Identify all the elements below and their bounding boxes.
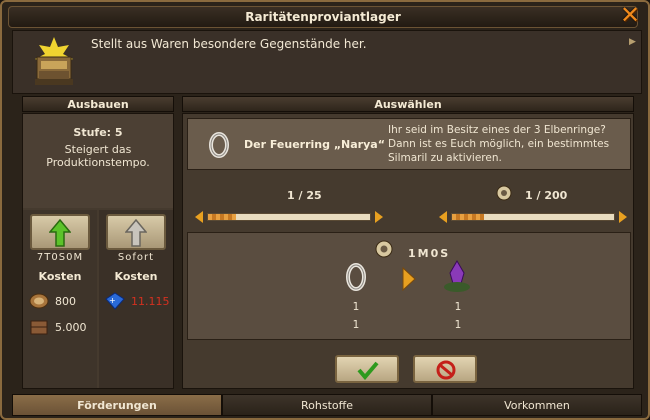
cost-row-diamonds: + 11.115	[105, 290, 170, 312]
building-window: Raritätenproviantlager ✕ Stellt aus Ware…	[0, 0, 650, 420]
instant-upgrade-button[interactable]	[106, 214, 166, 250]
stone-block-icon	[30, 320, 48, 335]
slider-left[interactable]	[195, 211, 383, 223]
svg-text:+: +	[109, 296, 116, 305]
ring-input-icon	[346, 263, 366, 291]
description-text: Stellt aus Waren besondere Gegenstände h…	[91, 37, 367, 51]
counter-right: 1 / 200	[525, 189, 568, 202]
checkmark-icon	[357, 361, 379, 380]
tab-rohstoffe[interactable]: Rohstoffe	[222, 394, 432, 416]
slider-left-arrow-icon[interactable]	[439, 211, 447, 223]
arrow-right-icon	[402, 267, 416, 291]
slider-right-fill	[452, 214, 485, 220]
upgrade-column: 7T0S0M Kosten 800 5.000	[23, 210, 97, 388]
cost-value: 800	[55, 294, 76, 308]
ring-name: Der Feuerring „Narya“	[244, 138, 385, 151]
description-panel: Stellt aus Waren besondere Gegenstände h…	[12, 30, 642, 94]
slider-left-fill	[208, 214, 236, 220]
confirm-button[interactable]	[335, 355, 399, 383]
slider-right[interactable]	[439, 211, 627, 223]
silmaril-icon	[444, 260, 470, 292]
clock-icon	[375, 240, 393, 258]
slider-right-arrow-icon[interactable]	[375, 211, 383, 223]
select-header: Auswählen	[182, 96, 634, 112]
tab-vorkommen[interactable]: Vorkommen	[432, 394, 642, 416]
exchange-box: 1M0S 1 1 1 1	[187, 232, 631, 340]
cancel-button[interactable]	[413, 355, 477, 383]
planks-icon	[29, 293, 49, 309]
tab-foerderungen[interactable]: Förderungen	[12, 394, 222, 416]
level-label: Stufe: 5	[73, 126, 123, 139]
ring-icon	[209, 132, 229, 158]
cost-value: 5.000	[55, 320, 87, 334]
tab-bar: Förderungen Rohstoffe Vorkommen	[12, 394, 642, 416]
cancel-icon	[436, 360, 456, 380]
upgrade-time: 7T0S0M	[36, 252, 84, 263]
ring-description: Ihr seid im Besitz eines der 3 Elbenring…	[388, 124, 610, 164]
cost-row-stone: 5.000	[29, 316, 87, 338]
instant-kosten-label: Kosten	[114, 270, 158, 283]
input-count: 1	[352, 301, 360, 313]
upgrade-header: Ausbauen	[22, 96, 174, 112]
diamond-icon: +	[105, 292, 125, 310]
upgrade-panel: Stufe: 5 Steigert das Produktionstempo. …	[22, 113, 174, 389]
slider-left-arrow-icon[interactable]	[195, 211, 203, 223]
slider-right-arrow-icon[interactable]	[619, 211, 627, 223]
arrow-up-outline-icon	[125, 219, 147, 247]
counter-left: 1 / 25	[287, 189, 322, 202]
upgrade-kosten-label: Kosten	[38, 270, 82, 283]
upgrade-button[interactable]	[30, 214, 90, 250]
sack-icon	[496, 185, 512, 201]
instant-caption: Sofort	[117, 252, 155, 263]
diamond-cost-value: 11.115	[131, 294, 170, 308]
building-icon	[35, 37, 73, 85]
instant-column: Sofort Kosten + 11.115	[99, 210, 173, 388]
scroll-indicator-icon: ▶	[629, 37, 636, 47]
arrow-up-icon	[49, 219, 71, 247]
cost-row-planks: 800	[29, 290, 76, 312]
output-count: 1	[454, 319, 462, 331]
select-panel: Der Feuerring „Narya“ Ihr seid im Besitz…	[182, 113, 634, 389]
input-count: 1	[352, 319, 360, 331]
output-count: 1	[454, 301, 462, 313]
window-title: Raritätenproviantlager	[8, 6, 638, 28]
level-description: Steigert das Produktionstempo.	[46, 143, 150, 169]
level-info: Stufe: 5 Steigert das Produktionstempo.	[23, 114, 173, 208]
ring-info-box: Der Feuerring „Narya“ Ihr seid im Besitz…	[187, 118, 631, 170]
close-icon[interactable]: ✕	[618, 3, 642, 28]
